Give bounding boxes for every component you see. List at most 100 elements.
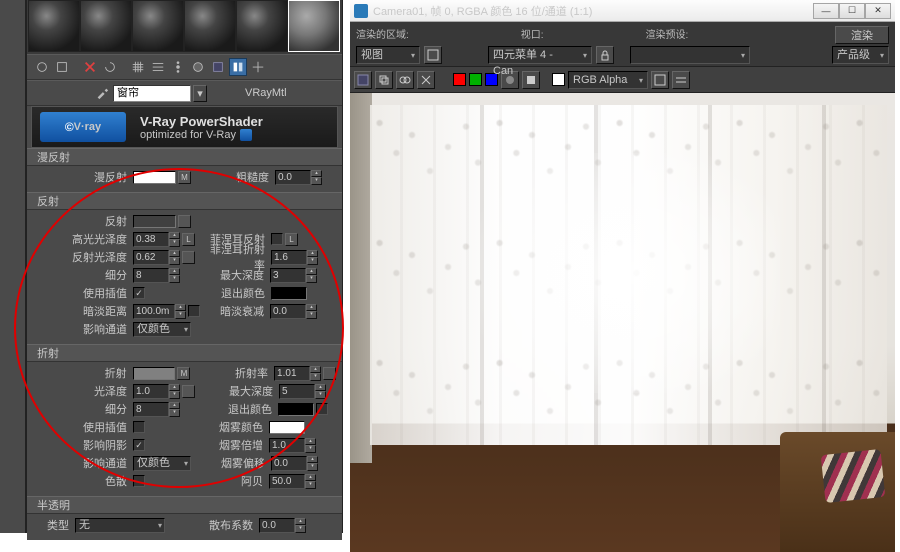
preset-select[interactable] (630, 46, 750, 64)
scatter-input[interactable] (259, 518, 295, 533)
refr-gloss-input[interactable] (133, 384, 169, 399)
spinner-arrows-icon[interactable]: ▴▾ (310, 366, 321, 381)
show-end-result-icon[interactable] (229, 58, 247, 76)
abbe-input[interactable] (269, 474, 305, 489)
ior-map-button[interactable] (323, 367, 336, 380)
spinner-arrows-icon[interactable]: ▴▾ (306, 304, 317, 319)
diffuse-map-button[interactable]: M (178, 171, 191, 184)
ior-input[interactable] (274, 366, 310, 381)
hilight-gloss-input[interactable] (133, 232, 169, 247)
fog-mult-input[interactable] (269, 438, 305, 453)
eyedropper-icon[interactable] (93, 84, 111, 102)
bg-color-swatch[interactable] (552, 73, 565, 86)
refl-interp-checkbox[interactable]: ✓ (133, 287, 145, 299)
refr-exit-color-swatch[interactable] (278, 403, 314, 416)
channel-red-swatch[interactable] (453, 73, 466, 86)
save-image-icon[interactable] (354, 71, 372, 89)
maximize-button[interactable]: ☐ (839, 3, 865, 19)
area-select[interactable]: 视图 (356, 46, 420, 64)
channel-select[interactable]: RGB Alpha (568, 71, 648, 89)
reflect-map-button[interactable] (178, 215, 191, 228)
refl-channels-select[interactable]: 仅颜色 (133, 322, 191, 337)
refr-gloss-map-button[interactable] (182, 385, 195, 398)
material-slot[interactable] (132, 0, 184, 52)
section-header-translucency[interactable]: 半透明 (27, 496, 342, 514)
material-type-label[interactable]: VRayMtl (245, 87, 287, 99)
viewport-select[interactable]: 四元菜单 4 - Can (488, 46, 592, 64)
diffuse-color-swatch[interactable] (133, 171, 176, 184)
material-slot[interactable] (28, 0, 80, 52)
spinner-arrows-icon[interactable]: ▴▾ (169, 232, 180, 247)
reset-icon[interactable] (101, 58, 119, 76)
refract-map-button[interactable]: M (177, 367, 190, 380)
spinner-arrows-icon[interactable]: ▴▾ (307, 456, 318, 471)
navigate-icon[interactable] (249, 58, 267, 76)
refl-subdiv-input[interactable] (133, 268, 169, 283)
roughness-input[interactable] (275, 170, 311, 185)
delete-image-icon[interactable] (417, 71, 435, 89)
grid-icon[interactable] (129, 58, 147, 76)
spinner-arrows-icon[interactable]: ▴▾ (305, 438, 316, 453)
dim-dist-input[interactable] (133, 304, 175, 319)
mono-channel-icon[interactable] (522, 71, 540, 89)
assign-icon[interactable] (189, 58, 207, 76)
trans-type-select[interactable]: 无 (75, 518, 165, 533)
refl-gloss-map-button[interactable] (182, 251, 195, 264)
render-button[interactable]: 渲染 (835, 26, 889, 44)
material-name-dropdown-icon[interactable]: ▾ (193, 85, 207, 102)
section-header-diffuse[interactable]: 漫反射 (27, 148, 342, 166)
spinner-arrows-icon[interactable]: ▴▾ (169, 402, 180, 417)
area-region-icon[interactable] (424, 46, 442, 64)
section-header-refraction[interactable]: 折射 (27, 344, 342, 362)
close-button[interactable]: ✕ (865, 3, 891, 19)
output-mode-select[interactable]: 产品级 (832, 46, 889, 64)
fresnel-ior-input[interactable] (271, 250, 307, 265)
refr-maxdepth-input[interactable] (279, 384, 315, 399)
spinner-arrows-icon[interactable]: ▴▾ (169, 250, 180, 265)
get-material-icon[interactable] (33, 58, 51, 76)
fresnel-lock-button[interactable]: L (285, 233, 298, 246)
material-slot-active[interactable] (288, 0, 340, 52)
refl-maxdepth-input[interactable] (270, 268, 306, 283)
fog-bias-input[interactable] (271, 456, 307, 471)
refr-exit-checkbox[interactable] (316, 403, 328, 415)
render-viewport[interactable] (350, 93, 895, 552)
list-icon[interactable] (149, 58, 167, 76)
copy-image-icon[interactable] (375, 71, 393, 89)
render-window-titlebar[interactable]: Camera01, 帧 0, RGBA 颜色 16 位/通道 (1:1) — ☐… (350, 0, 895, 22)
delete-icon[interactable] (81, 58, 99, 76)
spinner-arrows-icon[interactable]: ▴▾ (169, 384, 180, 399)
lock-icon[interactable] (596, 46, 614, 64)
refract-color-swatch[interactable] (133, 367, 176, 380)
toggle-overlay-icon[interactable] (651, 71, 669, 89)
fresnel-checkbox[interactable] (271, 233, 283, 245)
spinner-arrows-icon[interactable]: ▴▾ (307, 250, 318, 265)
material-slot[interactable] (80, 0, 132, 52)
reflect-color-swatch[interactable] (133, 215, 176, 228)
put-to-scene-icon[interactable] (53, 58, 71, 76)
spinner-arrows-icon[interactable]: ▴▾ (315, 384, 326, 399)
refr-interp-checkbox[interactable] (133, 421, 145, 433)
refl-exit-color-swatch[interactable] (271, 287, 307, 300)
spinner-arrows-icon[interactable]: ▴▾ (311, 170, 322, 185)
dim-falloff-input[interactable] (270, 304, 306, 319)
spinner-arrows-icon[interactable]: ▴▾ (305, 474, 316, 489)
spinner-arrows-icon[interactable]: ▴▾ (306, 268, 317, 283)
affect-shadows-checkbox[interactable]: ✓ (133, 439, 145, 451)
material-slot[interactable] (236, 0, 288, 52)
spinner-arrows-icon[interactable]: ▴▾ (169, 268, 180, 283)
spinner-arrows-icon[interactable]: ▴▾ (175, 304, 186, 319)
spinner-arrows-icon[interactable]: ▴▾ (295, 518, 306, 533)
show-map-icon[interactable] (209, 58, 227, 76)
refr-subdiv-input[interactable] (133, 402, 169, 417)
material-name-input[interactable]: 窗帘 (113, 85, 191, 102)
toggle-ui-icon[interactable] (672, 71, 690, 89)
material-slot[interactable] (184, 0, 236, 52)
dispersion-checkbox[interactable] (133, 475, 145, 487)
refl-gloss-input[interactable] (133, 250, 169, 265)
hilight-lock-button[interactable]: L (182, 233, 195, 246)
refr-channels-select[interactable]: 仅颜色 (133, 456, 191, 471)
section-header-reflection[interactable]: 反射 (27, 192, 342, 210)
fog-color-swatch[interactable] (269, 421, 305, 434)
channel-green-swatch[interactable] (469, 73, 482, 86)
